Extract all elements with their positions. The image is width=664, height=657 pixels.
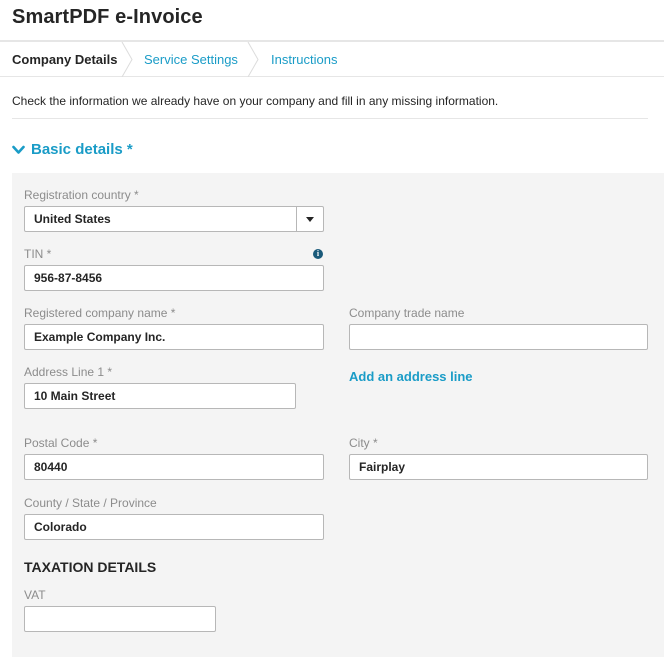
- tin-label: TIN *: [24, 247, 52, 261]
- company-trade-name-label: Company trade name: [349, 306, 465, 320]
- basic-details-panel: [12, 173, 664, 657]
- tab-separator-icon: [121, 42, 133, 77]
- tab-company-details[interactable]: Company Details: [12, 42, 117, 77]
- address-line-1-input[interactable]: [24, 383, 296, 409]
- add-address-line-link[interactable]: Add an address line: [349, 369, 473, 384]
- intro-text: Check the information we already have on…: [12, 94, 499, 108]
- city-label: City *: [349, 436, 378, 450]
- vat-label: VAT: [24, 588, 46, 602]
- tab-bar: Company Details Service Settings Instruc…: [0, 40, 664, 77]
- chevron-down-icon: [12, 145, 25, 154]
- caret-down-icon: [306, 216, 314, 222]
- county-state-province-label: County / State / Province: [24, 496, 157, 510]
- registration-country-select[interactable]: United States: [24, 206, 324, 232]
- app-title: SmartPDF e-Invoice: [12, 6, 203, 28]
- tin-input[interactable]: [24, 265, 324, 291]
- taxation-details-heading: TAXATION DETAILS: [24, 559, 157, 575]
- postal-code-label: Postal Code *: [24, 436, 98, 450]
- company-trade-name-input[interactable]: [349, 324, 648, 350]
- info-icon[interactable]: i: [313, 249, 323, 259]
- dropdown-button[interactable]: [296, 207, 323, 231]
- registration-country-label: Registration country *: [24, 188, 139, 202]
- section-title: Basic details *: [31, 141, 133, 158]
- county-state-province-input[interactable]: [24, 514, 324, 540]
- tab-instructions[interactable]: Instructions: [271, 42, 337, 77]
- tab-service-settings[interactable]: Service Settings: [144, 42, 238, 77]
- address-line-1-label: Address Line 1 *: [24, 365, 113, 379]
- postal-code-input[interactable]: [24, 454, 324, 480]
- basic-details-toggle[interactable]: Basic details *: [12, 141, 133, 158]
- tab-separator-icon: [247, 42, 259, 77]
- registered-company-name-label: Registered company name *: [24, 306, 176, 320]
- vat-input[interactable]: [24, 606, 216, 632]
- registered-company-name-input[interactable]: [24, 324, 324, 350]
- divider: [12, 118, 648, 119]
- registration-country-value: United States: [34, 212, 111, 226]
- city-input[interactable]: [349, 454, 648, 480]
